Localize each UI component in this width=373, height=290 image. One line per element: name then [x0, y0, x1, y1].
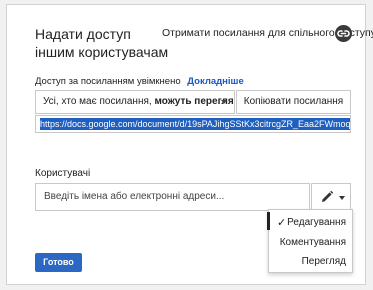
link-sharing-status-text: Доступ за посиланням увімкнено — [35, 76, 181, 87]
dialog-title: Надати доступ іншим користувачам — [35, 26, 169, 60]
chevron-down-icon — [221, 100, 227, 104]
learn-more-link[interactable]: Докладніше — [187, 76, 244, 87]
dropdown-prefix: Усі, хто має посилання, — [43, 96, 155, 107]
copy-link-button[interactable]: Копіювати посилання — [236, 90, 351, 114]
check-icon: ✓ — [277, 217, 287, 229]
chevron-down-icon — [339, 196, 345, 200]
done-button[interactable]: Готово — [35, 253, 82, 272]
share-url-text: https://docs.google.com/document/d/19sPA… — [40, 118, 350, 130]
menu-item-edit[interactable]: Редагування — [287, 217, 346, 228]
users-label: Користувачі — [35, 168, 91, 179]
permission-button[interactable] — [311, 183, 351, 211]
menu-item-view[interactable]: Перегляд — [302, 256, 346, 267]
share-dialog: Надати доступ іншим користувачам Отримат… — [6, 4, 373, 285]
link-sharing-status: Доступ за посиланням увімкнено Докладніш… — [35, 76, 244, 87]
link-access-dropdown[interactable]: Усі, хто має посилання, можуть перегля..… — [35, 90, 235, 114]
share-url-field[interactable]: https://docs.google.com/document/d/19sPA… — [35, 115, 351, 133]
users-input[interactable]: Введіть імена або електронні адреси... — [35, 183, 310, 211]
permission-menu: ✓ Редагування Коментування Перегляд — [267, 209, 353, 273]
selection-indicator — [267, 212, 270, 230]
pencil-icon — [320, 190, 334, 209]
menu-item-comment[interactable]: Коментування — [280, 237, 346, 248]
link-icon[interactable] — [335, 25, 352, 42]
